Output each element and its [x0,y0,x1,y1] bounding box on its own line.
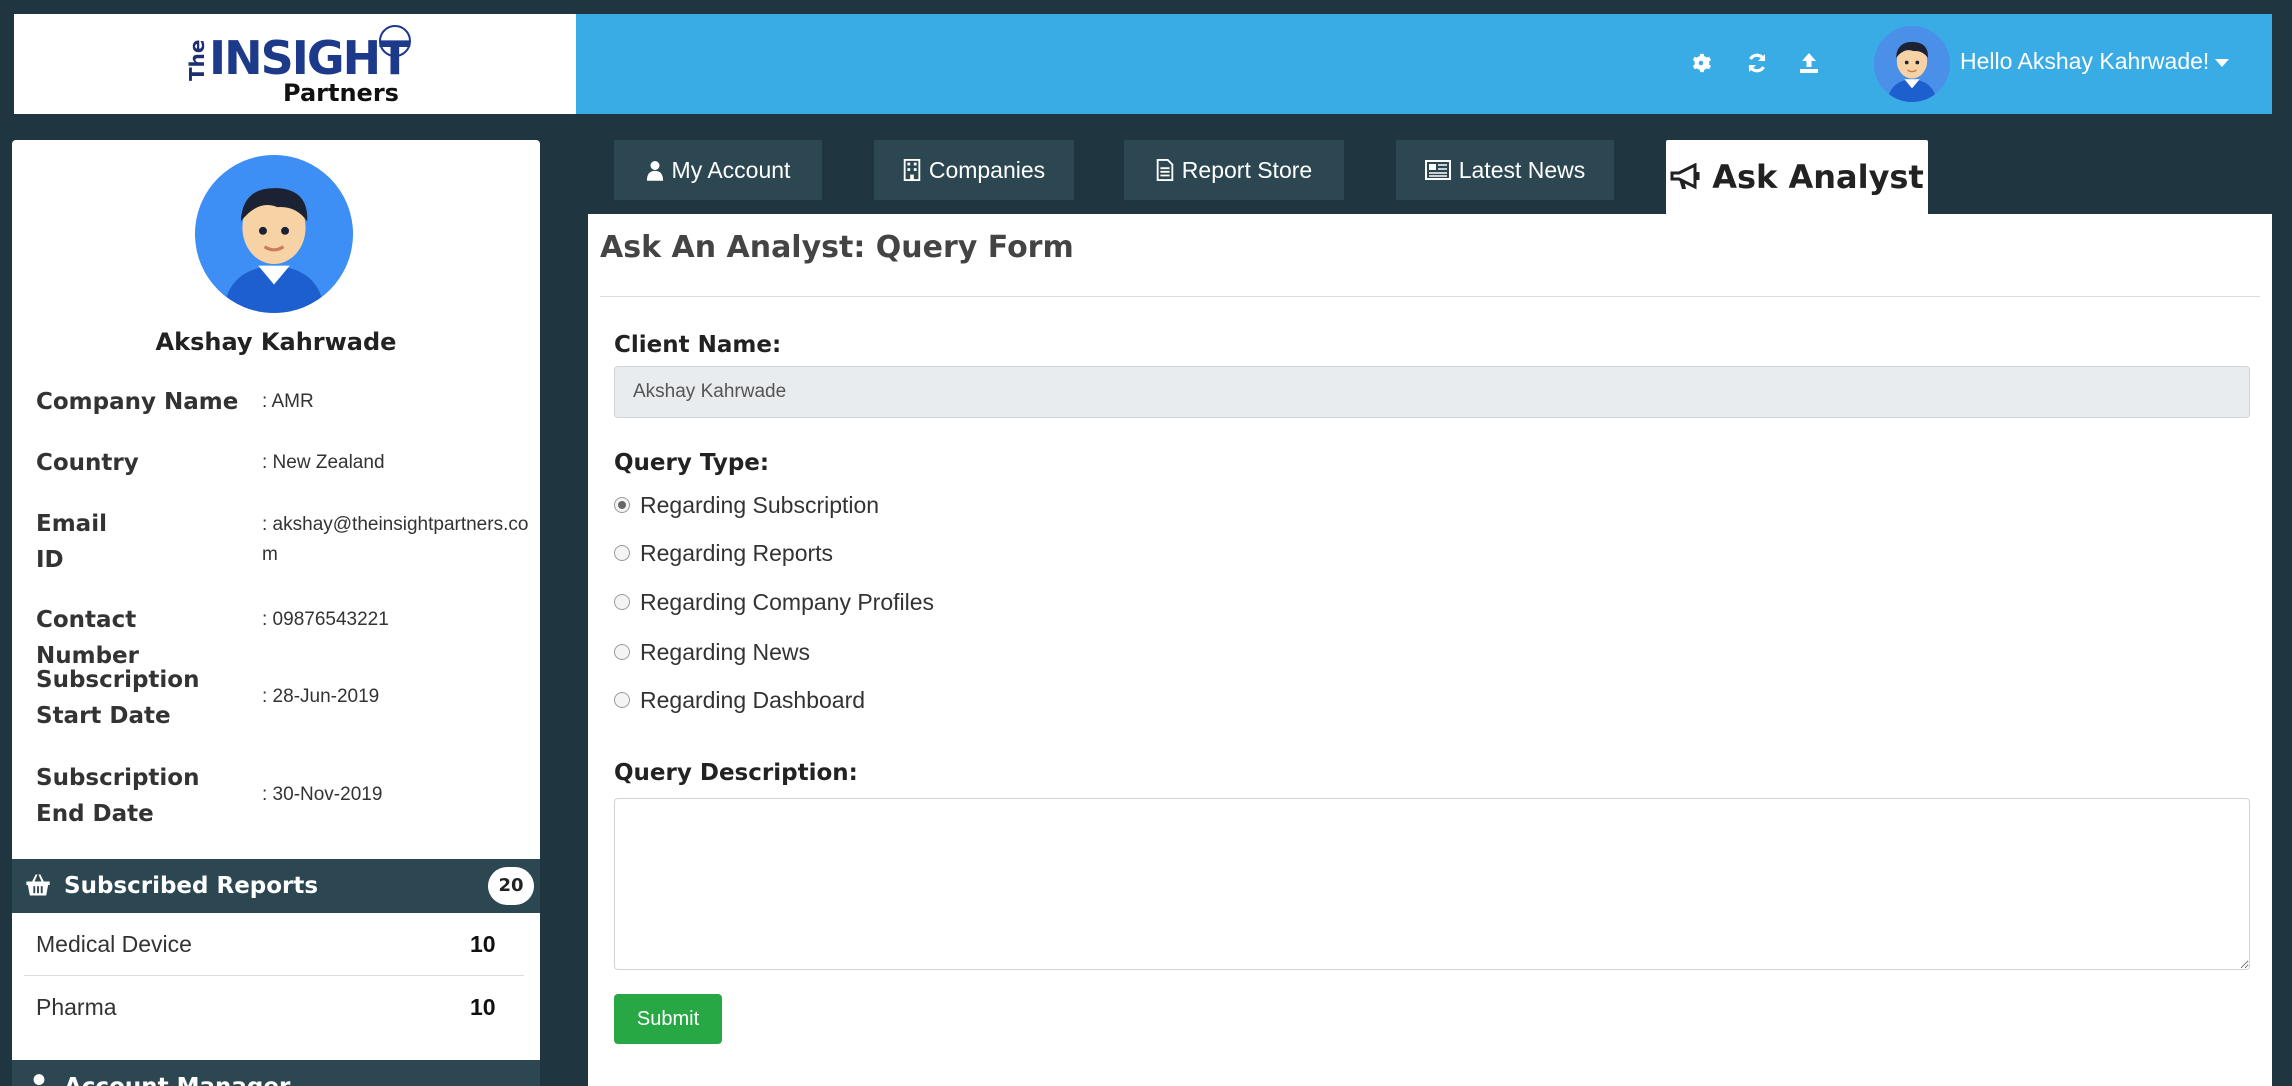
subscribed-count-badge: 20 [488,867,534,905]
building-icon [903,159,921,181]
insight-partners-logo: The INSIGHT Partners [185,21,411,107]
radio-news[interactable]: Regarding News [614,635,810,669]
profile-avatar [195,155,353,313]
query-type-label: Query Type: [614,450,770,476]
basket-icon [24,871,52,899]
query-form-panel: Ask An Analyst: Query Form Client Name: … [588,214,2272,1086]
account-manager-header[interactable]: Account Manager [12,1060,540,1086]
info-value: : 30-Nov-2019 [262,784,383,805]
newspaper-icon [1424,160,1451,180]
account-manager-title: Account Manager [64,1074,290,1086]
user-icon [646,159,664,181]
document-icon [1156,159,1174,181]
tab-label: Report Store [1181,156,1313,183]
divider [600,296,2260,297]
profile-sidebar: Akshay Kahrwade Company Name : AMR Count… [12,140,540,1086]
radio-company-profiles[interactable]: Regarding Company Profiles [614,585,934,619]
logo[interactable]: The INSIGHT Partners [14,14,576,114]
info-label: Subscription End Date [36,765,200,827]
tab-label: Companies [928,156,1046,183]
radio-label: Regarding Company Profiles [640,588,935,615]
info-value: : 28-Jun-2019 [262,686,380,707]
form-title: Ask An Analyst: Query Form [600,230,1074,265]
logo-sub: Partners [283,79,399,107]
radio-label: Regarding Dashboard [640,686,866,713]
radio-button[interactable] [614,497,630,513]
radio-label: Regarding News [640,638,811,665]
radio-dashboard[interactable]: Regarding Dashboard [614,683,865,717]
report-count: 10 [470,994,496,1020]
logo-bubble-icon [379,25,411,57]
radio-button[interactable] [614,692,630,708]
radio-subscription[interactable]: Regarding Subscription [614,488,879,522]
chevron-down-icon [2215,58,2230,67]
user-icon [28,1072,50,1086]
refresh-icon[interactable] [1742,48,1772,78]
tab-my-account[interactable]: My Account [614,140,822,200]
subscribed-reports-title: Subscribed Reports [64,873,319,899]
radio-reports[interactable]: Regarding Reports [614,536,833,570]
radio-button[interactable] [614,644,630,660]
info-label: Subscription Start Date [36,667,200,729]
subscribed-reports-header[interactable]: Subscribed Reports 20 [12,859,540,913]
query-description-textarea[interactable] [614,798,2250,970]
report-name: Medical Device [36,931,192,957]
header-avatar[interactable] [1874,26,1950,102]
bullhorn-icon [1670,163,1704,191]
greeting-text: Hello Akshay Kahrwade! [1960,48,2210,74]
tab-label: Latest News [1458,156,1586,183]
tab-label: My Account [671,156,791,183]
tab-label: Ask Analyst [1712,158,1924,196]
report-row[interactable]: Medical Device 10 [24,913,524,976]
query-description-label: Query Description: [614,760,858,786]
radio-label: Regarding Subscription [640,491,880,518]
info-label: Email ID [36,511,107,573]
radio-label: Regarding Reports [640,539,834,566]
report-name: Pharma [36,994,117,1020]
report-count: 10 [470,931,496,957]
report-row[interactable]: Pharma 10 [24,976,524,1038]
profile-name: Akshay Kahrwade [155,328,397,356]
radio-button[interactable] [614,545,630,561]
tab-companies[interactable]: Companies [874,140,1074,200]
info-value: : AMR [262,391,314,412]
info-value: : New Zealand [262,452,385,473]
tab-report-store[interactable]: Report Store [1124,140,1344,200]
user-menu-toggle[interactable]: Hello Akshay Kahrwade! [1960,48,2230,75]
info-label: Country [36,450,139,476]
upload-icon[interactable] [1794,48,1824,78]
submit-button[interactable]: Submit [614,994,722,1044]
tab-ask-analyst[interactable]: Ask Analyst [1666,140,1928,214]
client-name-label: Client Name: [614,332,782,358]
client-name-input[interactable] [614,366,2250,418]
info-value: : akshay@theinsightpartners.com [262,514,529,565]
logo-the: The [185,39,209,81]
radio-button[interactable] [614,594,630,610]
tab-latest-news[interactable]: Latest News [1396,140,1614,200]
info-value: : 09876543221 [262,609,389,630]
info-label: Company Name [36,389,239,415]
top-bar: Hello Akshay Kahrwade! [576,14,2272,114]
gear-icon[interactable] [1686,48,1716,78]
